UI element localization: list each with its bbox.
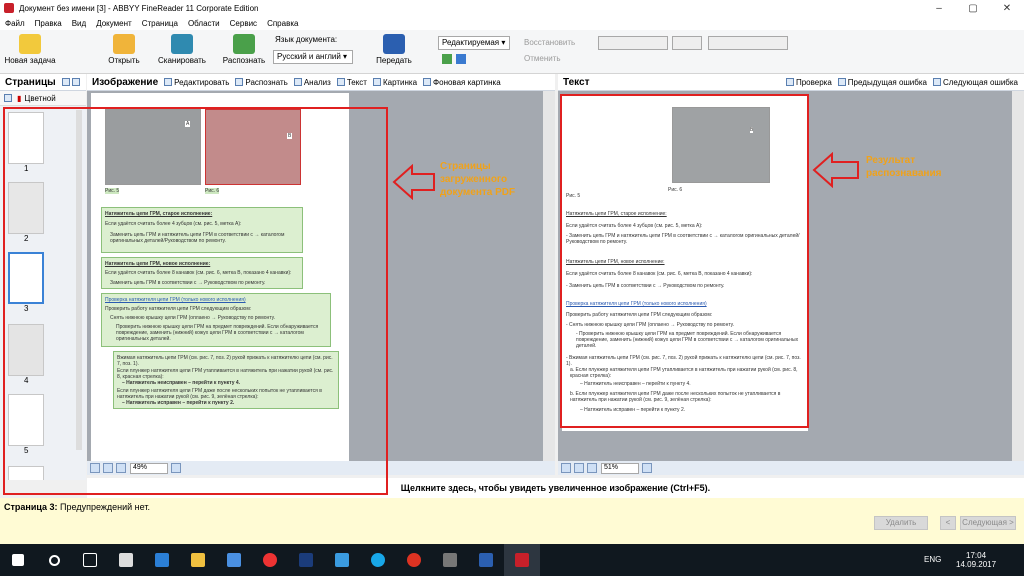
previous-error-button[interactable]: Предыдущая ошибка: [837, 78, 927, 87]
document-language-select[interactable]: Русский и англий ▾: [273, 50, 353, 64]
wand-icon: [19, 34, 41, 54]
photoshop-icon[interactable]: [288, 544, 324, 576]
scanner-icon: [171, 34, 193, 54]
document-language-label: Язык документа:: [275, 35, 338, 44]
tray-clock[interactable]: 17:04 14.09.2017: [956, 544, 996, 576]
new-task-button[interactable]: Новая задача: [4, 34, 56, 65]
restore-button[interactable]: Восстановить: [524, 38, 575, 47]
close-icon[interactable]: ✕: [990, 3, 1024, 14]
title-bar: Документ без имени [3] - ABBYY FineReade…: [0, 0, 1024, 16]
menu-bar: Файл Правка Вид Документ Страница Област…: [0, 16, 1024, 30]
recognition-result-highlight: [560, 94, 809, 428]
opera-icon[interactable]: [396, 544, 432, 576]
text-panel-title: Текст: [563, 76, 590, 88]
folder-icon: [113, 34, 135, 54]
background-picture-tool[interactable]: Фоновая картинка: [423, 78, 501, 87]
delete-warning-button[interactable]: Удалить: [874, 516, 928, 530]
maximize-icon[interactable]: ▢: [956, 3, 990, 14]
edge-icon[interactable]: [144, 544, 180, 576]
mail-icon[interactable]: [108, 544, 144, 576]
layout-icon[interactable]: [456, 54, 466, 64]
menu-document[interactable]: Документ: [96, 19, 132, 28]
fit-width-icon[interactable]: [574, 463, 584, 473]
main-toolbar: Новая задача Открыть Сканировать Распозн…: [0, 30, 1024, 74]
pages-panel-title: Страницы: [5, 76, 56, 88]
pages-toolbar: ▮ Цветной: [0, 91, 86, 106]
menu-help[interactable]: Справка: [267, 19, 298, 28]
status-text: Страница 3: Предупреждений нет.: [4, 502, 150, 512]
word-icon: [383, 34, 405, 54]
image-panel-header: Изображение Редактировать Распознать Ана…: [87, 74, 555, 91]
zoom-out-icon[interactable]: [587, 463, 597, 473]
send-button[interactable]: Передать: [372, 34, 416, 65]
abbyy-app-icon: [4, 3, 14, 13]
font-select[interactable]: [598, 36, 668, 50]
pdf-pages-callout: Страницы загруженного документа PDF: [440, 161, 516, 198]
color-mode-label[interactable]: Цветной: [24, 94, 55, 103]
image-scrollbar[interactable]: [543, 91, 555, 461]
skype-icon[interactable]: [360, 544, 396, 576]
recognition-callout: Результат распознавания: [866, 155, 942, 179]
warnings-panel: Страница 3: Предупреждений нет. Удалить …: [0, 498, 1024, 544]
text-area-tool[interactable]: Текст: [336, 78, 367, 87]
menu-edit[interactable]: Правка: [35, 19, 62, 28]
text-panel-header: Текст Проверка Предыдущая ошибка Следующ…: [558, 74, 1024, 91]
font-size-select[interactable]: [672, 36, 702, 50]
media-icon[interactable]: [432, 544, 468, 576]
mode-select[interactable]: Редактируемая ▾: [438, 36, 510, 50]
text-scrollbar[interactable]: [1012, 91, 1024, 461]
recognize-icon: [233, 34, 255, 54]
finereader-taskbar-icon[interactable]: [504, 544, 540, 576]
pages-option-icon[interactable]: [61, 78, 70, 86]
text-zoom-select[interactable]: 51%: [601, 462, 639, 474]
minimize-icon[interactable]: –: [922, 3, 956, 14]
next-warning-button[interactable]: Следующая >: [960, 516, 1016, 530]
menu-file[interactable]: Файл: [5, 19, 25, 28]
image-panel-title: Изображение: [92, 76, 159, 88]
pdf-pages-highlight: [3, 107, 388, 495]
right-arrow-icon: [812, 152, 859, 188]
windows-taskbar: ENG 17:04 14.09.2017: [0, 544, 1024, 576]
store-icon[interactable]: [216, 544, 252, 576]
yandex-icon[interactable]: [252, 544, 288, 576]
previous-warning-button[interactable]: <: [940, 516, 956, 530]
save-icon[interactable]: [442, 54, 452, 64]
menu-page[interactable]: Страница: [142, 19, 178, 28]
left-arrow-icon: [392, 164, 435, 200]
explorer-icon[interactable]: [180, 544, 216, 576]
task-view-icon[interactable]: [72, 544, 108, 576]
pages-close-icon[interactable]: [71, 78, 80, 86]
menu-view[interactable]: Вид: [72, 19, 86, 28]
style-select[interactable]: [708, 36, 788, 50]
text-zoom-bar: 51%: [558, 461, 1024, 475]
analyze-tool[interactable]: Анализ: [293, 78, 331, 87]
pages-panel-header: Страницы: [0, 74, 86, 91]
view-mode-icon[interactable]: [4, 94, 12, 102]
word-taskbar-icon[interactable]: [468, 544, 504, 576]
start-icon[interactable]: [0, 544, 36, 576]
search-icon[interactable]: [36, 544, 72, 576]
photos-icon[interactable]: [324, 544, 360, 576]
fit-icon[interactable]: [561, 463, 571, 473]
open-button[interactable]: Открыть: [100, 34, 148, 65]
picture-area-tool[interactable]: Картинка: [372, 78, 417, 87]
color-icon: ▮: [17, 93, 22, 103]
next-error-button[interactable]: Следующая ошибка: [932, 78, 1018, 87]
recognize-button[interactable]: Распознать: [218, 34, 270, 65]
window-title: Документ без имени [3] - ABBYY FineReade…: [19, 3, 259, 13]
menu-tools[interactable]: Сервис: [230, 19, 257, 28]
scan-button[interactable]: Сканировать: [154, 34, 210, 65]
spellcheck-button[interactable]: Проверка: [785, 78, 832, 87]
recognize-tool[interactable]: Распознать: [235, 78, 288, 87]
edit-tool[interactable]: Редактировать: [164, 78, 229, 87]
menu-areas[interactable]: Области: [188, 19, 220, 28]
tray-language[interactable]: ENG: [924, 544, 941, 576]
zoom-in-icon[interactable]: [642, 463, 652, 473]
cancel-button[interactable]: Отменить: [524, 54, 561, 63]
